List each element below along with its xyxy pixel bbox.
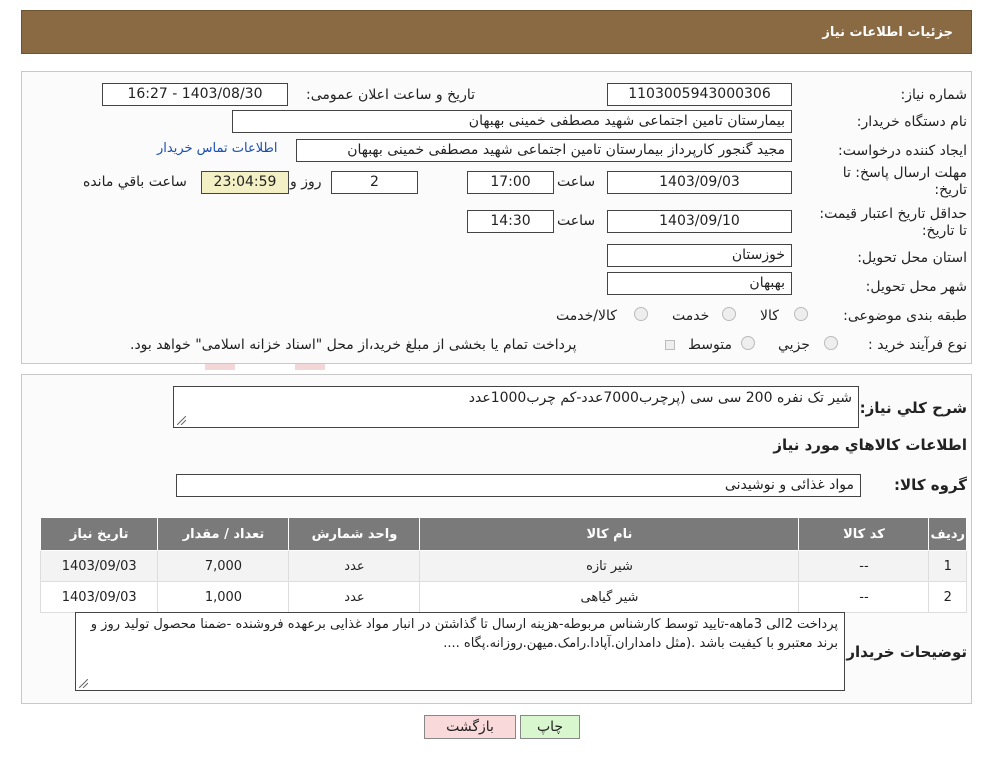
print-button[interactable]: چاپ [520,715,580,739]
table-header-row: ردیف کد کالا نام کالا واحد شمارش تعداد /… [39,517,967,551]
description-text: شیر تک نفره 200 سی سی (پرچرب7000عدد-کم چ… [468,390,852,406]
province-label: استان محل تحویل: [857,250,967,266]
items-table: ردیف کد کالا نام کالا واحد شمارش تعداد /… [39,517,967,613]
col-header-row-number: ردیف [928,517,967,551]
days-label: روز و [290,174,322,190]
buyer-org-label: نام دستگاه خریدار: [856,114,967,130]
process-label: نوع فرآیند خرید : [868,337,967,353]
remaining-time-field: 23:04:59 [201,171,289,194]
deadline-date-field: 1403/09/03 [607,171,792,194]
cell-date: 1403/09/03 [39,550,159,582]
category-radio-both[interactable] [634,307,648,321]
resize-handle-icon[interactable] [177,416,186,425]
need-number-field: 1103005943000306 [607,83,792,106]
cell-row-number: 2 [928,581,967,613]
page-header: جزئیات اطلاعات نیاز [21,10,972,54]
description-label: شرح کلي نیاز: [859,399,967,417]
cell-name: شیر تازه [419,550,800,582]
process-note: پرداخت تمام یا بخشی از مبلغ خرید،از محل … [130,337,577,353]
col-header-code: کد کالا [798,517,930,551]
city-label: شهر محل تحویل: [865,279,967,295]
cell-unit: عدد [288,550,421,582]
cell-name: شیر گیاهی [419,581,800,613]
buyer-contact-link[interactable]: اطلاعات تماس خریدار [157,141,277,156]
category-option-goods: کالا [760,308,779,324]
category-radio-service[interactable] [722,307,736,321]
buyer-org-field: بیمارستان تامین اجتماعی شهید مصطفی خمینی… [232,110,792,133]
col-header-quantity: تعداد / مقدار [157,517,290,551]
col-header-date: تاریخ نیاز [39,517,159,551]
price-validity-label: حداقل تاریخ اعتبار قیمت: تا تاریخ: [819,206,967,239]
remaining-label: ساعت باقي مانده [83,174,187,190]
price-validity-time-field: 14:30 [467,210,554,233]
goods-group-label: گروه کالا: [894,476,967,494]
deadline-label: مهلت ارسال پاسخ: تا تاریخ: [842,165,967,198]
cell-row-number: 1 [928,550,967,582]
table-row: 1 -- شیر تازه عدد 7,000 1403/09/03 [39,550,967,582]
page-title: جزئیات اطلاعات نیاز [822,24,953,40]
price-validity-date-field: 1403/09/10 [607,210,792,233]
category-radio-goods[interactable] [794,307,808,321]
buyer-notes-text: پرداخت 2الی 3ماهه-تایید توسط کارشناس مرب… [90,617,838,651]
need-number-label: شماره نیاز: [900,87,968,103]
buyer-notes-field: پرداخت 2الی 3ماهه-تایید توسط کارشناس مرب… [75,612,845,691]
announce-datetime-label: تاریخ و ساعت اعلان عمومی: [306,87,475,103]
category-option-service: خدمت [672,308,710,324]
resize-handle-icon[interactable] [79,679,88,688]
description-field: شیر تک نفره 200 سی سی (پرچرب7000عدد-کم چ… [173,386,859,428]
category-label: طبقه بندی موضوعی: [843,308,967,324]
process-option-medium: متوسط [688,337,732,353]
requester-field: مجید گنجور کارپرداز بیمارستان تامین اجتم… [296,139,792,162]
back-button[interactable]: بازگشت [424,715,516,739]
treasury-checkbox[interactable] [665,340,675,350]
process-radio-minor[interactable] [824,336,838,350]
col-header-name: نام کالا [419,517,800,551]
announce-datetime-field: 1403/08/30 - 16:27 [102,83,288,106]
cell-quantity: 7,000 [157,550,290,582]
process-radio-medium[interactable] [741,336,755,350]
deadline-time-field: 17:00 [467,171,554,194]
cell-unit: عدد [288,581,421,613]
province-field: خوزستان [607,244,792,267]
category-option-both: کالا/خدمت [556,308,617,324]
buyer-notes-label: توضیحات خریدار: [840,643,967,661]
city-field: بهبهان [607,272,792,295]
goods-section-title: اطلاعات کالاهاي مورد نیاز [773,436,967,454]
requester-label: ایجاد کننده درخواست: [838,143,967,159]
cell-code: -- [798,581,930,613]
deadline-time-label: ساعت [557,174,596,190]
table-row: 2 -- شیر گیاهی عدد 1,000 1403/09/03 [39,581,967,613]
price-validity-time-label: ساعت [557,213,596,229]
col-header-unit: واحد شمارش [288,517,421,551]
days-field: 2 [331,171,418,194]
goods-group-field: مواد غذائی و نوشیدنی [176,474,861,497]
cell-code: -- [798,550,930,582]
cell-quantity: 1,000 [157,581,290,613]
items-table-wrapper: ردیف کد کالا نام کالا واحد شمارش تعداد /… [39,517,967,613]
process-option-minor: جزیي [778,337,810,353]
cell-date: 1403/09/03 [39,581,159,613]
